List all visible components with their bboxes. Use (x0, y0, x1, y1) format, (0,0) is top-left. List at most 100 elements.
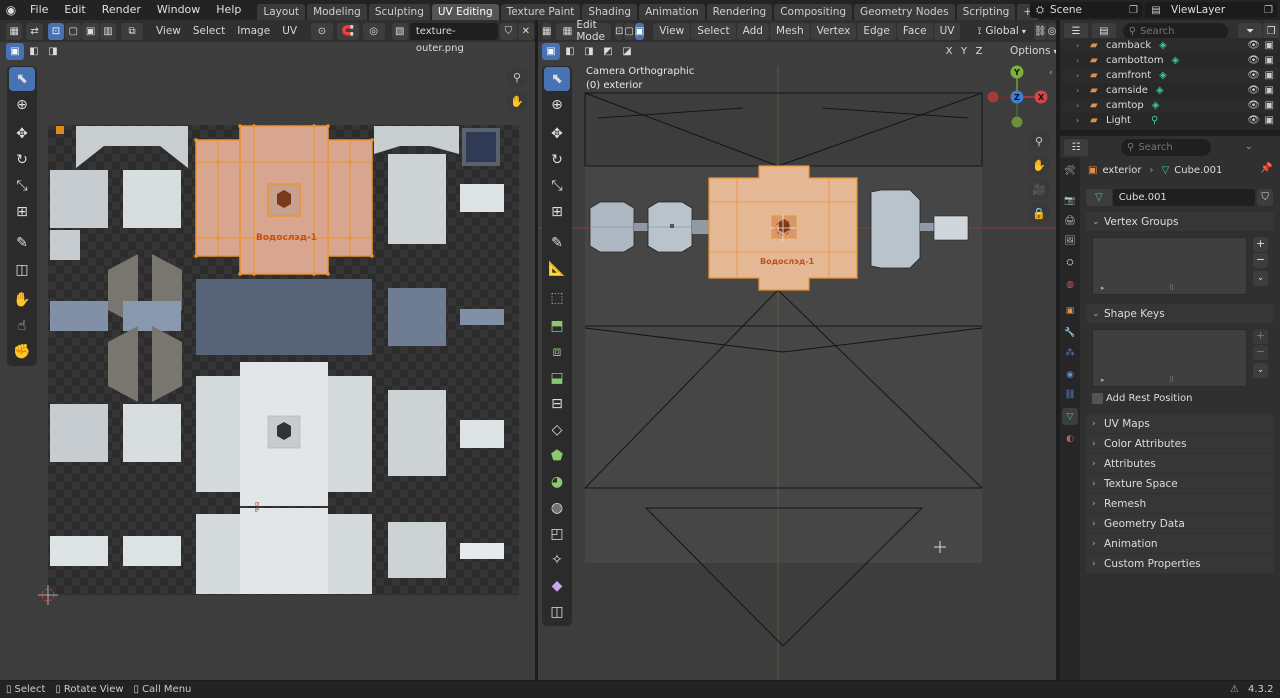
mesh-browse-icon[interactable]: ▽ (1086, 189, 1112, 206)
add-shape-key-button[interactable]: + (1253, 329, 1268, 344)
menu-edit[interactable]: Edit (56, 0, 93, 20)
proportional-edit-icon[interactable]: ◎ (362, 22, 385, 40)
outliner-item-camside[interactable]: › ▰ camside ◈ 👁 ▣ (1062, 83, 1278, 98)
expand-arrow-icon[interactable]: › (1062, 101, 1080, 110)
physics-tab-icon[interactable]: ◉ (1062, 366, 1078, 383)
render-camera-icon[interactable]: ▣ (1265, 85, 1274, 96)
editor-type-icon[interactable]: ☰ (1064, 22, 1088, 40)
add-cube-tool-icon[interactable]: ⬚ (544, 286, 570, 310)
selected-uv-island[interactable]: Водослэд-1 (194, 124, 374, 276)
visibility-eye-icon[interactable]: 👁 (1247, 40, 1260, 51)
extrude-tool-icon[interactable]: ⬒ (544, 314, 570, 338)
viewport-canvas[interactable]: Водослэд-1 (538, 20, 1056, 680)
add-rest-position-row[interactable]: Add Rest Position (1092, 393, 1192, 404)
island-select-icon[interactable]: ▥ (99, 22, 117, 40)
view-layer-selector[interactable]: ▤ ViewLayer ❐ (1145, 2, 1277, 18)
camera-view-icon[interactable]: 🎥 (1028, 178, 1050, 200)
tab-scripting[interactable]: Scripting (956, 4, 1016, 20)
fake-user-icon[interactable]: ⛉ (1257, 189, 1273, 206)
blender-logo-icon[interactable]: ◉ (0, 3, 22, 17)
edge-slide-tool-icon[interactable]: ◰ (544, 522, 570, 546)
vertex-group-specials-button[interactable]: ⌄ (1253, 271, 1268, 286)
visibility-eye-icon[interactable]: 👁 (1247, 115, 1260, 126)
remove-vertex-group-button[interactable]: − (1253, 253, 1268, 268)
bevel-tool-icon[interactable]: ⬓ (544, 366, 570, 390)
annotate-tool-icon[interactable]: ✎ (544, 231, 570, 255)
fake-user-icon[interactable]: ⛉ (500, 22, 517, 40)
tab-shading[interactable]: Shading (582, 4, 638, 20)
attributes-panel-header[interactable]: › Attributes (1086, 454, 1274, 473)
sidebar-toggle-icon[interactable]: ‹ (1049, 68, 1053, 78)
render-camera-icon[interactable]: ▣ (1265, 115, 1274, 126)
add-rest-position-checkbox[interactable] (1092, 393, 1103, 404)
shape-key-specials-button[interactable]: ⌄ (1253, 363, 1268, 378)
resize-grip-icon[interactable]: ⠿ (1169, 284, 1174, 292)
outliner-item-light[interactable]: › ▰ Light ⚲ 👁 ▣ (1062, 113, 1278, 128)
world-tab-icon[interactable]: ◍ (1062, 276, 1078, 293)
poly-build-tool-icon[interactable]: ⬟ (544, 444, 570, 468)
outliner-item-cambottom[interactable]: › ▰ cambottom ◈ 👁 ▣ (1062, 53, 1278, 68)
pan-icon[interactable]: ✋ (1028, 154, 1050, 176)
shape-keys-panel-header[interactable]: ⌄ Shape Keys (1086, 304, 1274, 323)
filter-icon[interactable]: ⏷ (1238, 22, 1263, 40)
tab-sculpting[interactable]: Sculpting (368, 4, 430, 20)
render-tab-icon[interactable]: 📷 (1062, 192, 1078, 209)
measure-tool-icon[interactable]: 📐 (544, 257, 570, 281)
image-browse-icon[interactable]: ▧ (391, 22, 408, 40)
image-name-field[interactable]: texture-outer.png (409, 22, 499, 54)
visibility-eye-icon[interactable]: 👁 (1247, 100, 1260, 111)
tab-layout[interactable]: Layout (257, 4, 306, 20)
render-camera-icon[interactable]: ▣ (1265, 40, 1274, 51)
visibility-eye-icon[interactable]: 👁 (1247, 85, 1260, 96)
tab-animation[interactable]: Animation (639, 4, 705, 20)
uv-menu-uv[interactable]: UV (276, 23, 303, 40)
visibility-eye-icon[interactable]: 👁 (1247, 70, 1260, 81)
uv-menu-select[interactable]: Select (187, 23, 231, 40)
menu-window[interactable]: Window (149, 0, 208, 20)
options-chevron-icon[interactable]: ⌄ (1245, 142, 1253, 152)
tab-geometry-nodes[interactable]: Geometry Nodes (854, 4, 955, 20)
zoom-icon[interactable]: ⚲ (1028, 130, 1050, 152)
edge-select-icon[interactable]: ▢ (65, 22, 82, 40)
list-expand-icon[interactable]: ▸ (1101, 376, 1105, 384)
display-mode-icon[interactable]: ▤ (1091, 22, 1116, 40)
uv-menu-view[interactable]: View (150, 23, 187, 40)
transform-tool-icon[interactable]: ⊞ (544, 200, 570, 224)
sticky-select-icon[interactable]: ⧉ (121, 22, 143, 40)
knife-tool-icon[interactable]: ◇ (544, 418, 570, 442)
scene-selector[interactable]: ⛭ Scene ❐ (1030, 2, 1142, 18)
outliner-search[interactable]: ⚲ Search (1122, 22, 1229, 40)
data-tab-icon[interactable]: ▽ (1062, 408, 1078, 425)
custom-properties-panel-header[interactable]: › Custom Properties (1086, 554, 1274, 573)
menu-render[interactable]: Render (94, 0, 149, 20)
tab-modeling[interactable]: Modeling (307, 4, 367, 20)
rip-region-tool-icon[interactable]: ◫ (544, 600, 570, 624)
expand-arrow-icon[interactable]: › (1062, 41, 1080, 50)
tab-texture-paint[interactable]: Texture Paint (500, 4, 581, 20)
face-select-icon[interactable]: ▣ (82, 22, 99, 40)
render-camera-icon[interactable]: ▣ (1265, 70, 1274, 81)
copy-icon[interactable]: ❐ (1129, 5, 1138, 16)
expand-arrow-icon[interactable]: › (1062, 71, 1080, 80)
visibility-eye-icon[interactable]: 👁 (1247, 55, 1260, 66)
outliner-item-camback[interactable]: › ▰ camback ◈ 👁 ▣ (1062, 38, 1278, 53)
expand-arrow-icon[interactable]: › (1062, 116, 1080, 125)
uv-canvas[interactable]: Водослэд-1 ЕНЬ (0, 42, 535, 680)
editor-type-icon[interactable]: ▦ (6, 22, 23, 40)
tab-compositing[interactable]: Compositing (774, 4, 853, 20)
material-tab-icon[interactable]: ◐ (1062, 430, 1078, 447)
particles-tab-icon[interactable]: ⁂ (1062, 344, 1078, 361)
new-collection-icon[interactable]: ❐ (1263, 22, 1280, 40)
output-tab-icon[interactable]: 🖨 (1062, 212, 1078, 229)
render-camera-icon[interactable]: ▣ (1265, 100, 1274, 111)
tab-uv-editing[interactable]: UV Editing (431, 4, 499, 20)
inset-tool-icon[interactable]: ⧈ (544, 340, 570, 364)
uv-menu-image[interactable]: Image (231, 23, 276, 40)
shape-keys-list[interactable]: ▸ ⠿ (1092, 329, 1247, 387)
mesh-name-field[interactable]: Cube.001 (1112, 189, 1256, 206)
animation-panel-header[interactable]: › Animation (1086, 534, 1274, 553)
menu-help[interactable]: Help (208, 0, 249, 20)
loop-cut-tool-icon[interactable]: ⊟ (544, 392, 570, 416)
select-box-tool-icon[interactable]: ⬉ (544, 67, 570, 91)
cursor-tool-icon[interactable]: ⊕ (544, 93, 570, 117)
